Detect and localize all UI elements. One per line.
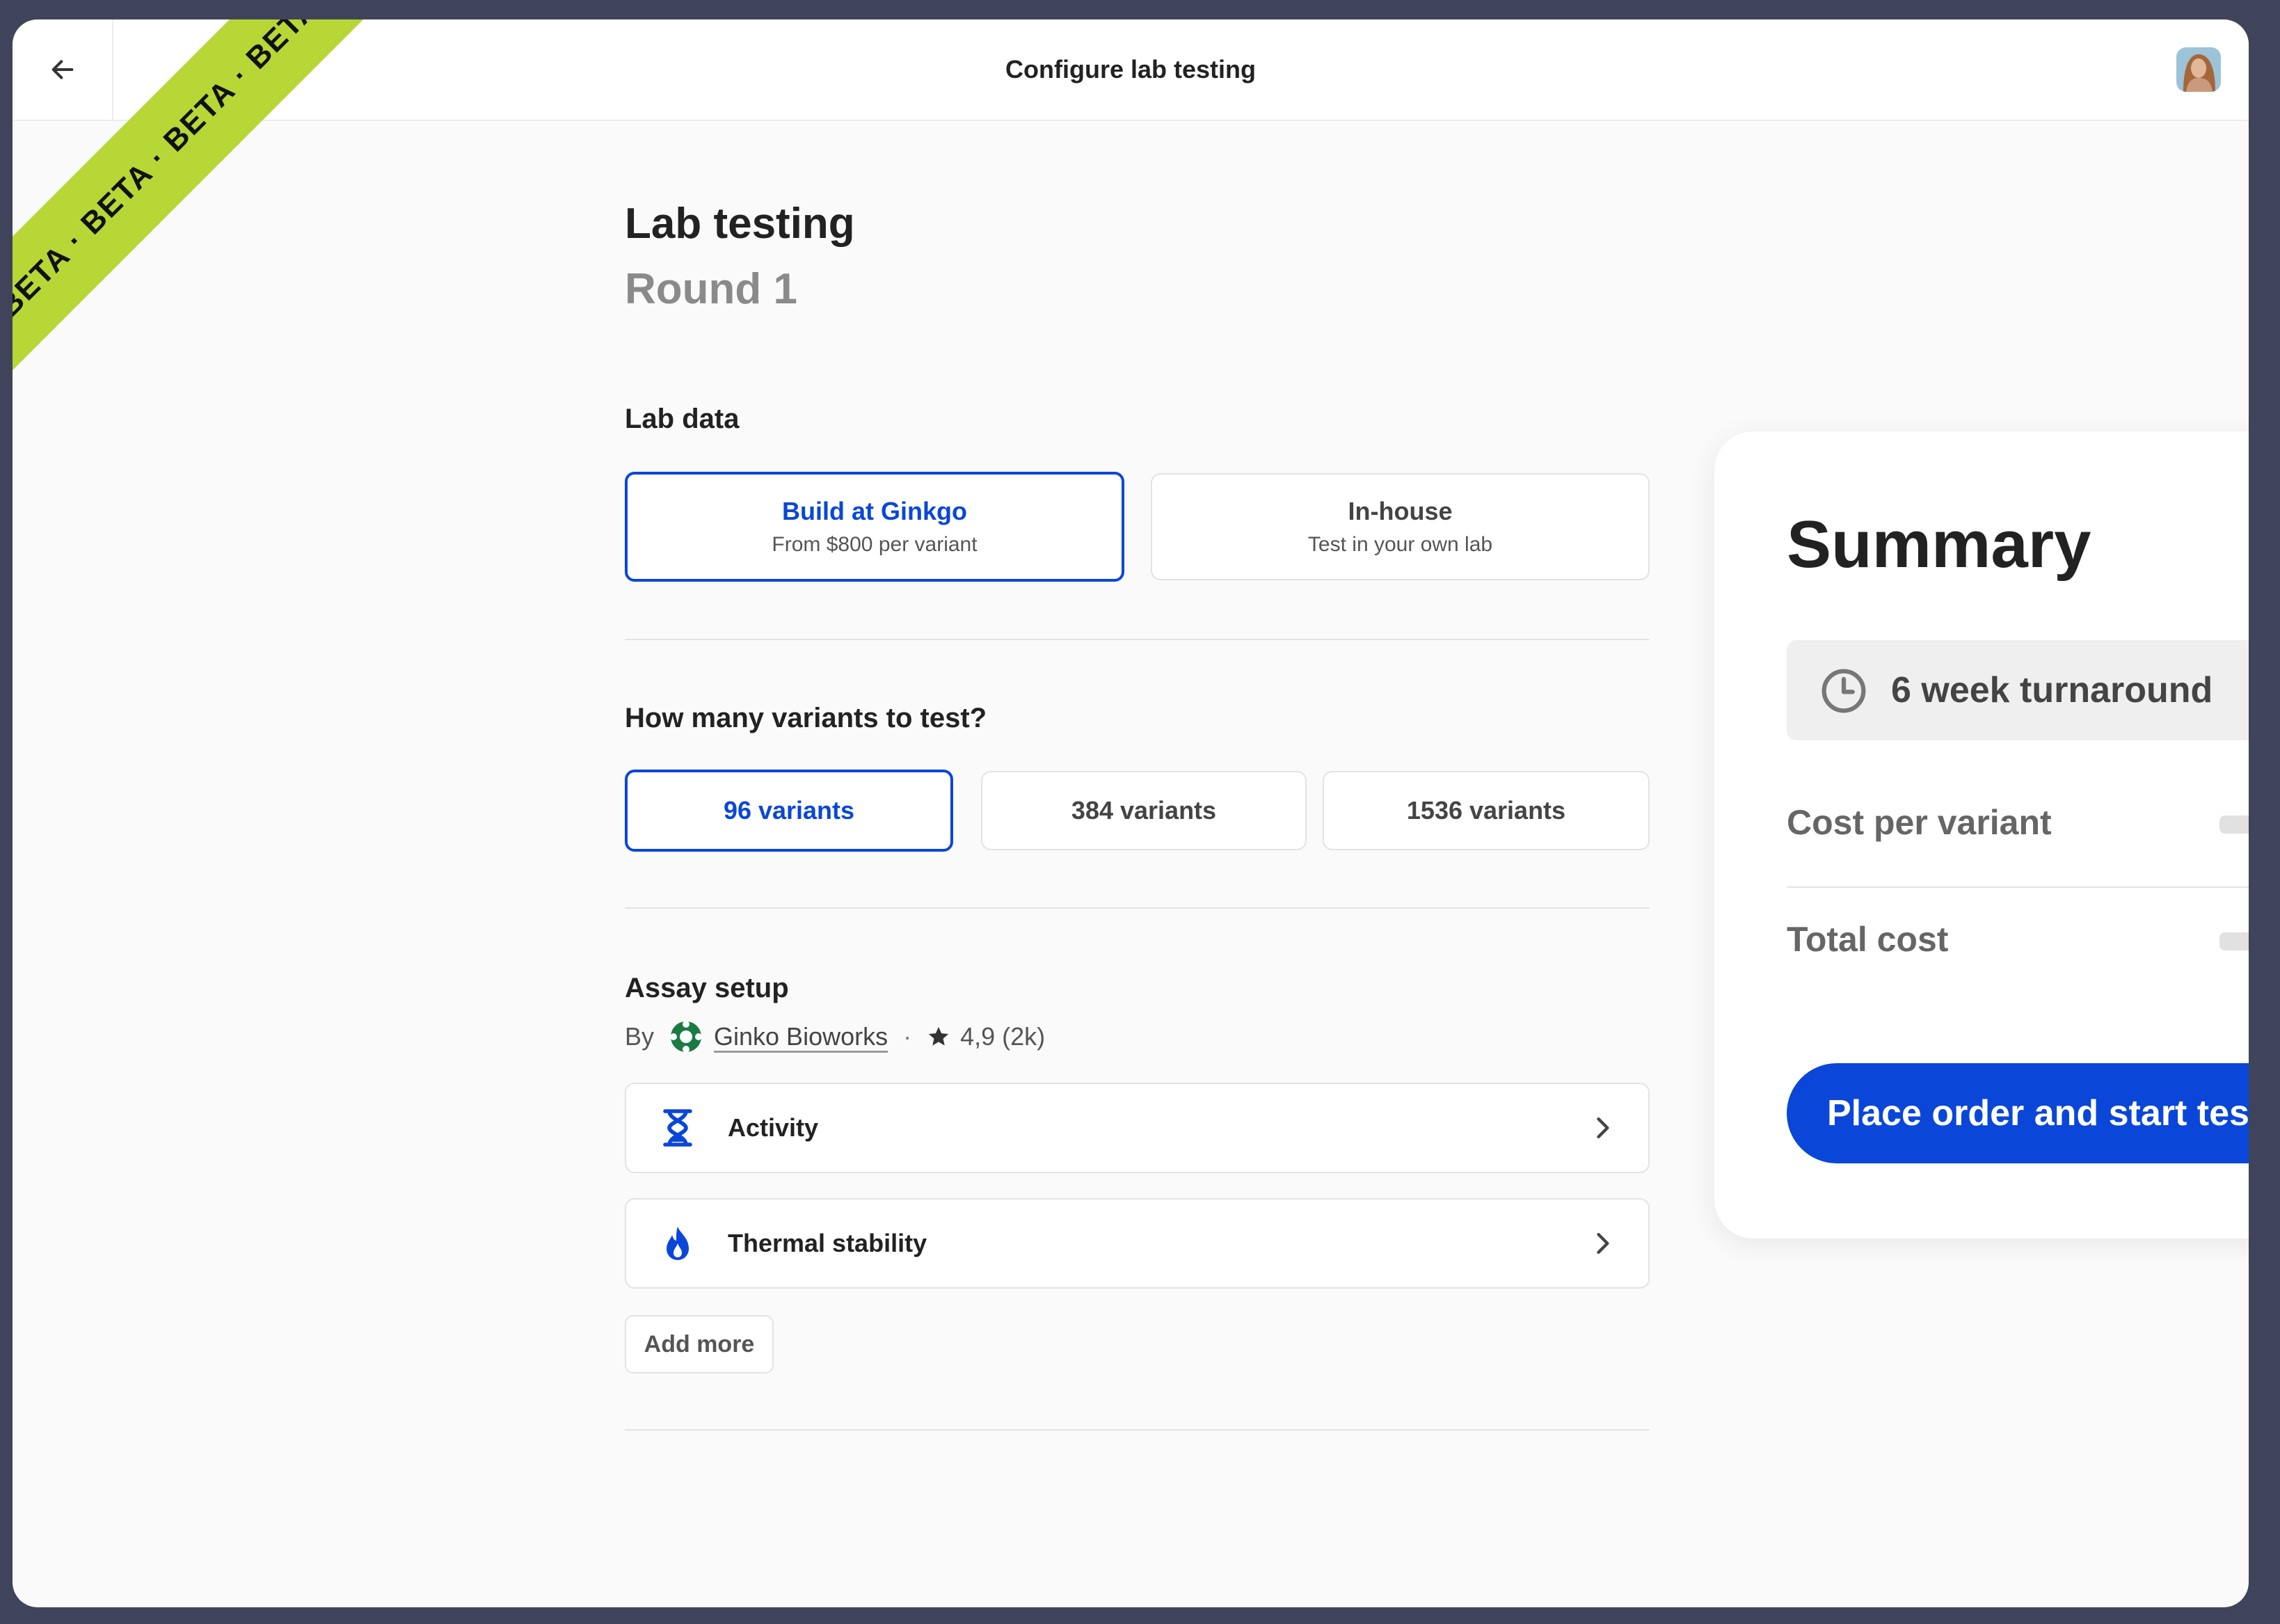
user-avatar[interactable] [2176,47,2221,92]
add-more-button[interactable]: Add more [625,1315,774,1374]
option-subtitle: From $800 per variant [772,533,978,556]
variants-option-96[interactable]: 96 variants [625,770,953,852]
top-bar: Configure lab testing [13,19,2249,121]
assay-item-activity[interactable]: Activity [625,1083,1650,1173]
option-label: 384 variants [1071,796,1217,825]
section-divider [625,1429,1650,1431]
ginkgo-logo-icon [670,1021,703,1053]
place-order-button[interactable]: Place order and start testing [1787,1063,2249,1163]
page-subtitle: Round 1 [625,265,797,313]
section-divider [625,907,1650,909]
summary-divider [1787,886,2249,888]
variants-option-384[interactable]: 384 variants [981,771,1307,850]
summary-panel: Summary 6 week turnaround Cost per varia… [1714,431,2249,1239]
vendor-link[interactable]: Ginko Bioworks [714,1022,888,1051]
cost-per-variant-row: Cost per variant [1787,788,2249,857]
page-title: Lab testing [625,200,855,248]
total-cost-row: Total cost [1787,905,2249,974]
option-label: 1536 variants [1406,796,1566,825]
turnaround-badge: 6 week turnaround [1787,640,2249,740]
assay-item-label: Thermal stability [728,1229,927,1257]
chevron-right-icon [1597,1117,1609,1139]
summary-title: Summary [1787,507,2091,582]
lab-data-label: Lab data [625,404,740,434]
rating-text: 4,9 (2k) [960,1022,1046,1051]
assay-provider-row: By Ginko Bioworks · 4,9 (2k) [625,1019,1045,1055]
total-cost-placeholder [2219,932,2249,950]
clock-icon [1821,669,1866,713]
option-build-at-ginkgo[interactable]: Build at Ginkgo From $800 per variant [625,472,1124,582]
cost-per-variant-placeholder [2219,815,2249,834]
page-header-title: Configure lab testing [1005,55,1256,83]
turnaround-text: 6 week turnaround [1891,670,2213,710]
section-divider [625,639,1650,640]
assay-item-thermal-stability[interactable]: Thermal stability [625,1198,1650,1289]
by-label: By [625,1022,655,1051]
assay-setup-label: Assay setup [625,973,789,1003]
option-in-house[interactable]: In-house Test in your own lab [1151,473,1650,580]
cost-per-variant-label: Cost per variant [1787,803,2052,842]
chevron-right-icon [1597,1232,1609,1255]
option-title: Build at Ginkgo [782,497,967,525]
hourglass-icon [658,1108,697,1147]
total-cost-label: Total cost [1787,920,1949,959]
variants-option-1536[interactable]: 1536 variants [1323,771,1650,850]
assay-item-label: Activity [728,1113,819,1142]
variants-label: How many variants to test? [625,703,987,733]
app-window: Configure lab testing BETA · BETA · BETA… [13,19,2249,1607]
option-title: In-house [1348,497,1453,525]
separator-dot: · [903,1022,912,1051]
option-label: 96 variants [723,796,855,825]
option-subtitle: Test in your own lab [1307,533,1493,556]
star-icon [928,1026,949,1046]
flame-icon [658,1224,697,1263]
